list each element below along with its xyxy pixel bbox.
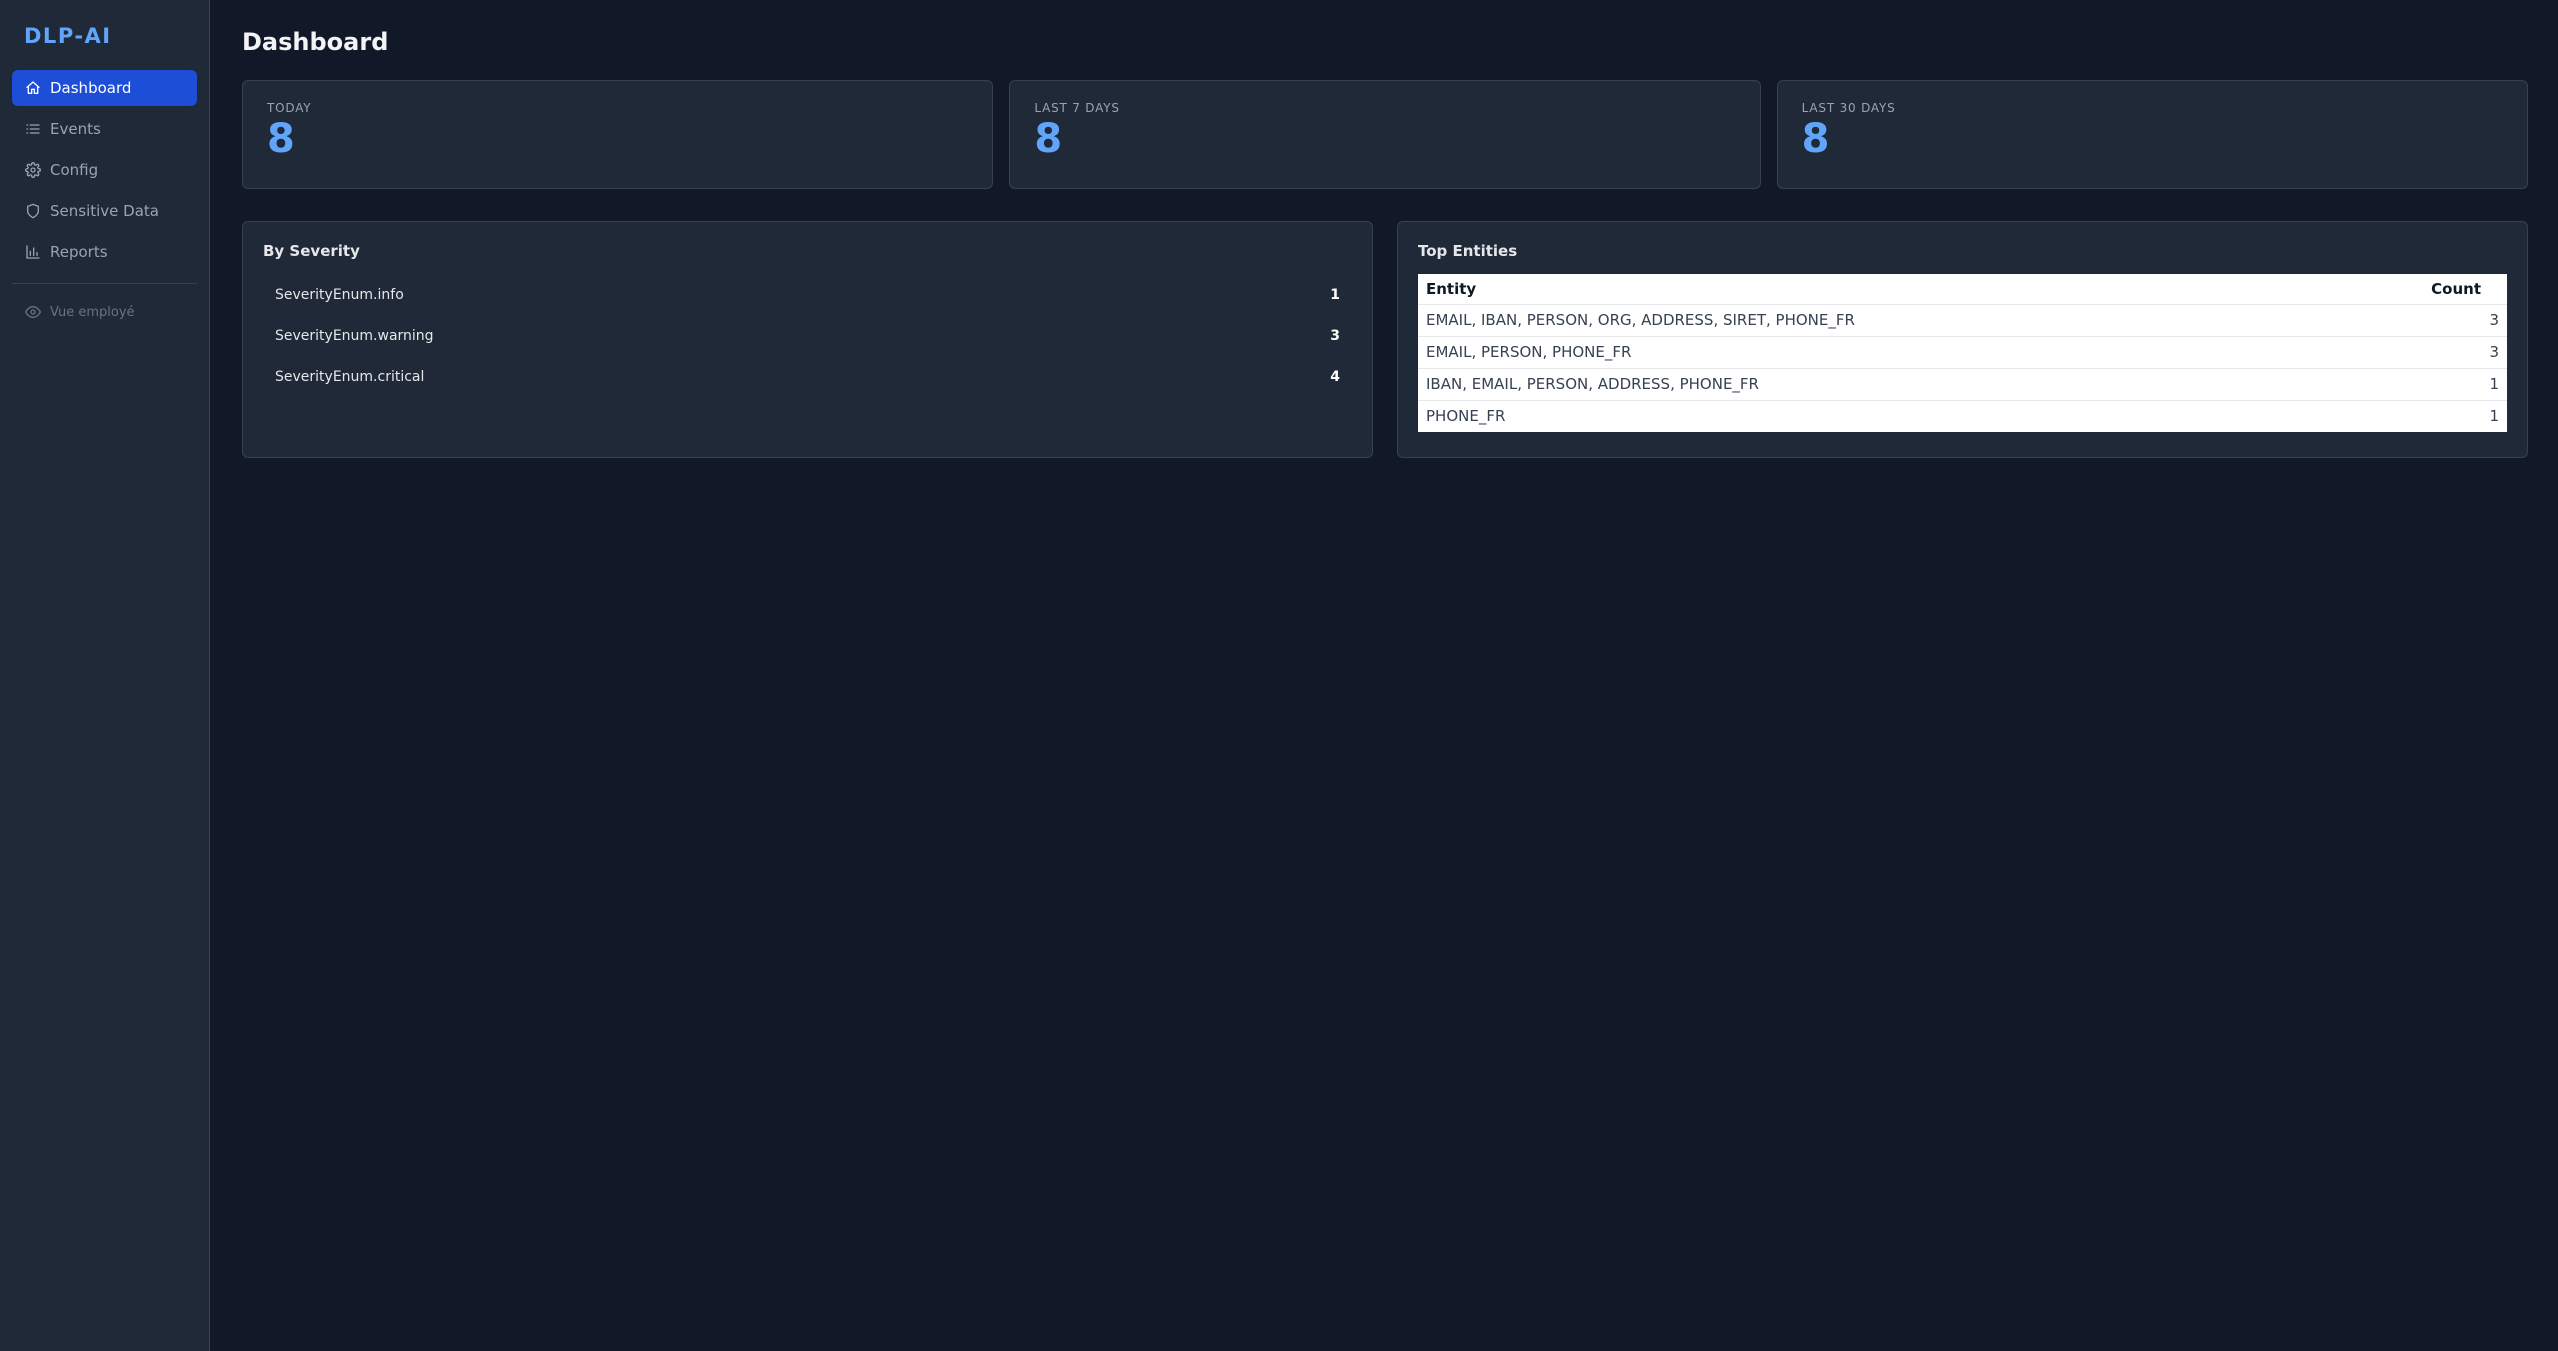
count-cell: 1 xyxy=(2334,368,2507,401)
stat-card-today: TODAY 8 xyxy=(242,80,994,189)
stat-value: 8 xyxy=(1034,116,1063,162)
sidebar-item-dashboard[interactable]: Dashboard xyxy=(12,70,197,106)
entity-cell: EMAIL, IBAN, PERSON, ORG, ADDRESS, SIRET… xyxy=(1418,304,2335,337)
severity-panel: By Severity SeverityEnum.info 1 Severity… xyxy=(242,221,1373,458)
entities-table: Entity Count EMAIL, IBAN, PERSON, ORG, A… xyxy=(1418,274,2507,432)
panel-title: Top Entities xyxy=(1418,242,1518,260)
panels-row: By Severity SeverityEnum.info 1 Severity… xyxy=(242,221,2528,458)
stat-card-last-7-days: LAST 7 DAYS 8 xyxy=(1009,80,1761,189)
eye-icon xyxy=(24,303,42,321)
main-content: Dashboard TODAY 8 LAST 7 DAYS 8 LAST 30 … xyxy=(210,0,2558,1351)
list-icon xyxy=(24,120,42,138)
table-header-row: Entity Count xyxy=(1418,274,2507,305)
stat-value: 8 xyxy=(267,116,295,162)
page-title: Dashboard xyxy=(242,28,389,56)
sidebar-item-config[interactable]: Config xyxy=(12,152,197,188)
sidebar-item-label: Config xyxy=(50,161,99,179)
severity-label: SeverityEnum.critical xyxy=(275,368,425,385)
severity-count: 3 xyxy=(1330,327,1340,344)
home-icon xyxy=(24,79,42,97)
app-root: DLP-AI Dashboard Events Config Sensitive… xyxy=(0,0,2558,1351)
count-cell: 1 xyxy=(2489,407,2499,426)
sidebar-item-label: Dashboard xyxy=(50,79,132,97)
table-row: EMAIL, IBAN, PERSON, ORG, ADDRESS, SIRET… xyxy=(1418,304,2507,337)
severity-count: 4 xyxy=(1330,368,1340,385)
severity-count: 1 xyxy=(1330,286,1340,303)
stat-card-last-30-days: LAST 30 DAYS 8 xyxy=(1776,80,2528,189)
sidebar-item-employee-view[interactable]: Vue employé xyxy=(12,298,197,326)
stat-label: TODAY xyxy=(267,101,312,115)
gear-icon xyxy=(24,161,42,179)
sidebar-item-label: Events xyxy=(50,120,101,138)
column-header-count: Count xyxy=(2334,274,2507,305)
panel-title: By Severity xyxy=(263,242,360,260)
count-cell: 3 xyxy=(2334,304,2507,337)
bar-chart-icon xyxy=(24,243,42,261)
sidebar-item-label: Reports xyxy=(50,243,108,261)
stats-row: TODAY 8 LAST 7 DAYS 8 LAST 30 DAYS 8 xyxy=(242,80,2528,189)
stat-value: 8 xyxy=(1801,116,1830,162)
entity-cell: IBAN, EMAIL, PERSON, ADDRESS, PHONE_FR xyxy=(1418,368,2335,401)
sidebar: DLP-AI Dashboard Events Config Sensitive… xyxy=(0,0,210,1351)
table-row: PHONE_FR 1 xyxy=(1418,400,2507,432)
brand-logo: DLP-AI xyxy=(24,24,112,48)
sidebar-item-reports[interactable]: Reports xyxy=(12,234,197,270)
sidebar-nav: Dashboard Events Config Sensitive Data R… xyxy=(12,70,197,326)
severity-row: SeverityEnum.warning 3 xyxy=(263,315,1352,356)
entity-cell: EMAIL, PERSON, PHONE_FR xyxy=(1418,336,2335,369)
count-cell: 3 xyxy=(2334,336,2507,369)
column-header-entity: Entity xyxy=(1418,274,2335,305)
sidebar-item-sensitive-data[interactable]: Sensitive Data xyxy=(12,193,197,229)
stat-label: LAST 30 DAYS xyxy=(1801,101,1896,115)
sidebar-item-label: Vue employé xyxy=(50,304,135,320)
severity-row: SeverityEnum.critical 4 xyxy=(263,356,1352,397)
severity-label: SeverityEnum.info xyxy=(275,286,404,303)
stat-label: LAST 7 DAYS xyxy=(1034,101,1120,115)
table-row: IBAN, EMAIL, PERSON, ADDRESS, PHONE_FR 1 xyxy=(1418,368,2507,401)
sidebar-divider xyxy=(12,283,197,284)
table-row: EMAIL, PERSON, PHONE_FR 3 xyxy=(1418,336,2507,369)
severity-row: SeverityEnum.info 1 xyxy=(263,274,1352,315)
entity-cell: PHONE_FR xyxy=(1426,407,1506,426)
top-entities-panel: Top Entities Entity Count EMAIL, IBAN, P… xyxy=(1397,221,2528,458)
sidebar-item-events[interactable]: Events xyxy=(12,111,197,147)
sidebar-item-label: Sensitive Data xyxy=(50,202,159,220)
severity-label: SeverityEnum.warning xyxy=(275,327,434,344)
shield-icon xyxy=(24,202,42,220)
